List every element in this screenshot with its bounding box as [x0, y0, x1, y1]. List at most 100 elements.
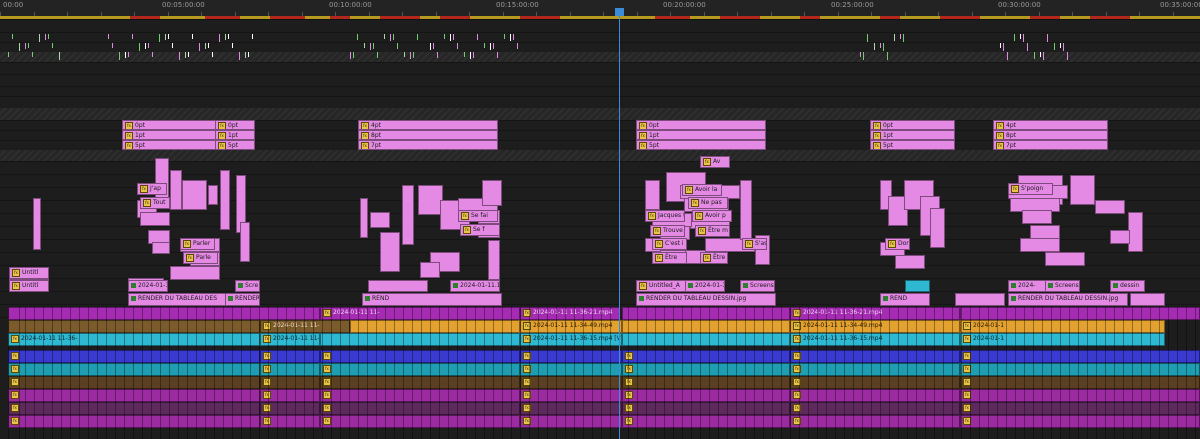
audio-clip[interactable]: fx — [960, 350, 1200, 363]
audio-clip[interactable]: fx — [260, 402, 320, 415]
graphics-clip[interactable]: fx Être m — [695, 225, 730, 237]
graphics-clip[interactable] — [152, 242, 170, 254]
clip-marker[interactable] — [497, 52, 498, 58]
graphics-clip[interactable]: fx S'poign — [1008, 183, 1053, 195]
graphics-clip[interactable] — [240, 222, 250, 262]
text-clip[interactable]: fx 4pt — [358, 120, 498, 130]
clip-marker[interactable] — [357, 34, 358, 40]
graphics-clip[interactable] — [895, 255, 925, 269]
audio-clip[interactable]: fx — [320, 415, 520, 428]
text-clip[interactable]: fx 8pt — [993, 130, 1108, 140]
graphics-clip[interactable] — [170, 266, 220, 280]
graphics-clip[interactable] — [1030, 225, 1060, 239]
clip-marker[interactable] — [404, 52, 405, 57]
graphics-clip[interactable]: fx Être — [700, 252, 728, 264]
clip-marker[interactable] — [900, 34, 901, 39]
graphics-clip[interactable]: fx Jacques t — [645, 210, 685, 222]
audio-clip[interactable]: fx — [622, 415, 790, 428]
text-clip[interactable]: fx 4pt — [993, 120, 1108, 130]
audio-clip[interactable]: fx — [520, 350, 622, 363]
graphics-clip[interactable]: fx Avoir la — [682, 184, 722, 196]
graphics-clip[interactable]: fx Ne pas — [688, 197, 728, 209]
clip-marker[interactable] — [248, 52, 249, 57]
text-clip[interactable]: fx 1pt — [215, 130, 255, 140]
graphics-clip[interactable]: fx Être — [652, 252, 687, 264]
graphics-clip[interactable] — [930, 208, 945, 248]
video-clip[interactable] — [622, 307, 790, 320]
clip-marker[interactable] — [390, 34, 391, 41]
graphics-clip[interactable] — [1128, 212, 1143, 252]
image-clip[interactable]: REND — [362, 293, 502, 306]
graphics-clip[interactable] — [370, 212, 390, 228]
audio-clip[interactable]: fx — [320, 363, 520, 376]
text-clip[interactable]: fx 7pt — [358, 140, 498, 150]
image-clip[interactable]: 2024-01-1 — [128, 280, 168, 292]
video-clip[interactable]: fx 2024-01-11 11-36-15.mp4 [V] — [520, 333, 622, 346]
video-clip[interactable] — [8, 307, 320, 320]
audio-clip[interactable]: fx — [520, 402, 622, 415]
clip-marker[interactable] — [517, 43, 518, 49]
graphics-clip[interactable]: fx Untitl — [9, 280, 49, 292]
graphics-clip[interactable]: fx Untitl — [9, 267, 49, 279]
audio-clip[interactable]: fx — [520, 376, 622, 389]
clip-marker[interactable] — [453, 34, 454, 40]
time-ruler[interactable]: 00:00 00:05:00:00 00:10:00:00 00:15:00:0… — [0, 0, 1200, 20]
text-clip[interactable]: fx 0pt — [636, 120, 766, 130]
clip-marker[interactable] — [132, 34, 133, 39]
audio-clip[interactable]: fx — [260, 363, 320, 376]
clip-marker[interactable] — [444, 34, 445, 39]
clip-marker[interactable] — [1027, 43, 1028, 51]
graphics-clip[interactable] — [488, 240, 500, 280]
graphics-clip[interactable]: fx Se f — [460, 224, 500, 236]
clip-marker[interactable] — [1014, 34, 1015, 41]
graphics-clip[interactable]: fx Trouve — [650, 225, 685, 237]
graphics-clip[interactable] — [220, 170, 230, 230]
clip-marker[interactable] — [188, 52, 189, 57]
clip-marker[interactable] — [393, 34, 394, 40]
clip-marker[interactable] — [225, 34, 226, 40]
graphics-clip[interactable] — [1110, 230, 1130, 244]
playhead-handle[interactable] — [615, 8, 624, 16]
clip-marker[interactable] — [1054, 43, 1055, 50]
graphics-clip[interactable]: fx Parle — [183, 252, 218, 264]
clip-marker[interactable] — [1063, 43, 1064, 51]
clip-marker[interactable] — [484, 43, 485, 48]
audio-clip[interactable]: fx — [520, 389, 622, 402]
text-clip[interactable]: fx 5pt — [122, 140, 217, 150]
audio-clip[interactable]: fx — [622, 363, 790, 376]
clip-marker[interactable] — [139, 43, 140, 51]
clip-marker[interactable] — [199, 43, 200, 51]
clip-marker[interactable] — [377, 52, 378, 58]
audio-clip[interactable]: fx — [520, 363, 622, 376]
clip-marker[interactable] — [350, 52, 351, 59]
video-clip[interactable]: fx 2024-01-11 11-36-21.mp4 — [520, 307, 620, 320]
graphics-clip[interactable]: fx Av — [700, 156, 730, 168]
clip-marker[interactable] — [232, 43, 233, 48]
clip-marker[interactable] — [473, 52, 474, 58]
graphics-clip[interactable] — [1020, 238, 1060, 252]
clip-marker[interactable] — [168, 34, 169, 39]
graphics-clip[interactable] — [645, 180, 660, 210]
image-clip[interactable] — [368, 280, 428, 292]
clip-marker[interactable] — [208, 43, 209, 48]
image-clip[interactable]: Screensh — [1045, 280, 1080, 292]
graphics-clip[interactable]: fx Avoir p — [692, 210, 732, 222]
image-clip[interactable]: REND — [880, 293, 930, 306]
clip-marker[interactable] — [874, 43, 875, 50]
clip-marker[interactable] — [185, 52, 186, 58]
image-clip[interactable]: dessin — [1110, 280, 1145, 292]
audio-clip[interactable]: fx — [260, 389, 320, 402]
text-clip[interactable]: fx 0pt — [870, 120, 955, 130]
image-clip[interactable]: RENDER — [225, 293, 260, 306]
video-clip[interactable]: fx 2024-01-1 — [960, 320, 1165, 333]
video-clip[interactable] — [622, 333, 790, 346]
video-clip[interactable]: fx 2024-01-11 11- — [320, 307, 520, 320]
video-clip[interactable] — [622, 320, 790, 333]
clip-marker[interactable] — [1007, 52, 1008, 60]
clip-marker[interactable] — [165, 34, 166, 40]
graphics-clip[interactable] — [208, 185, 218, 205]
clip-marker[interactable] — [373, 43, 374, 49]
clip-marker[interactable] — [152, 52, 153, 57]
graphics-clip[interactable] — [740, 180, 752, 240]
clip-marker[interactable] — [52, 43, 53, 48]
